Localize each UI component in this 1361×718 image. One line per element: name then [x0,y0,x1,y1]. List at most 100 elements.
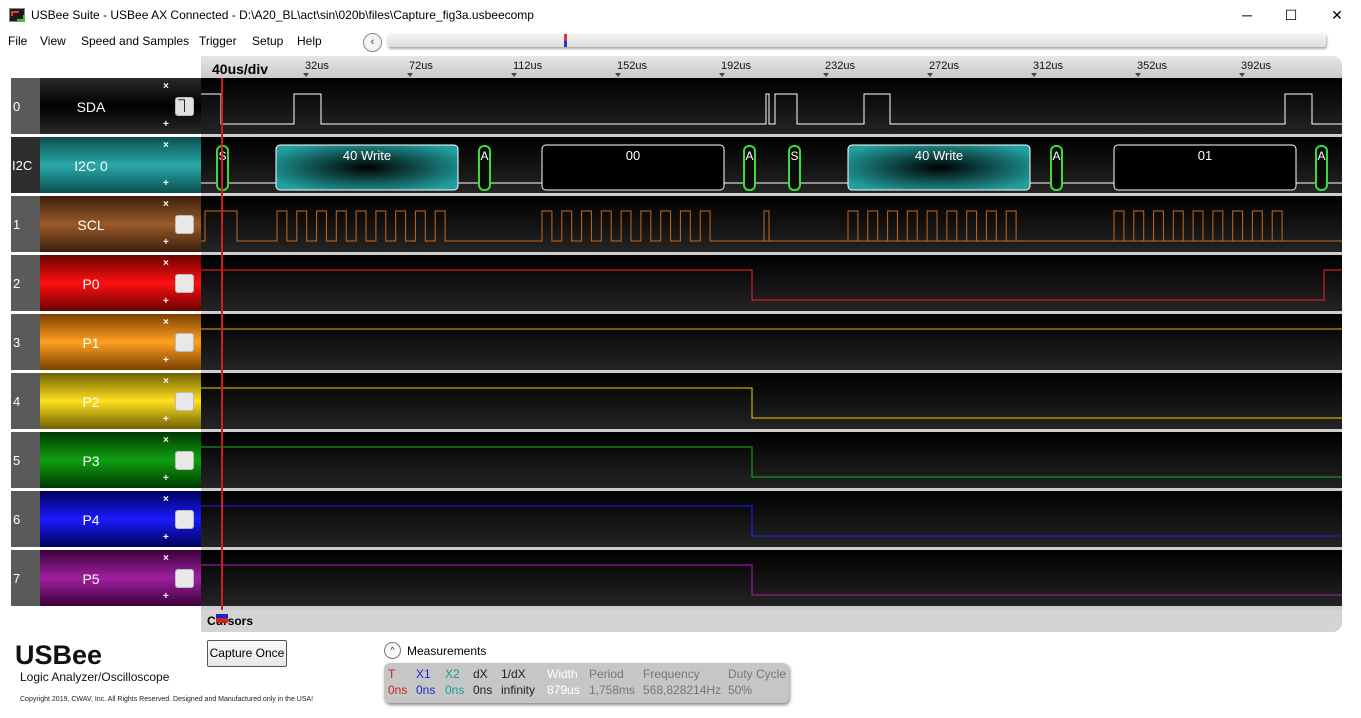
time-tick: 112us [513,60,543,72]
time-tick: 232us [825,60,855,72]
channel-sda[interactable]: 0 SDA × + ⏋ [11,78,201,134]
remove-channel-icon[interactable]: × [163,553,169,564]
channel-checkbox[interactable] [175,333,194,352]
remove-channel-icon[interactable]: × [163,494,169,505]
meas-head-x2: X2 [445,667,460,681]
channel-p4[interactable]: 6 P4 × + [11,491,201,547]
add-channel-icon[interactable]: + [163,296,169,307]
tick-mark [1239,73,1245,77]
add-channel-icon[interactable]: + [163,119,169,130]
pulse-icon[interactable]: ⏋ [175,97,194,116]
i2c-packet[interactable]: 01 [1113,144,1297,191]
row-background [201,373,1342,429]
channel-scl[interactable]: 1 SCL × + [11,196,201,252]
menu-view[interactable]: View [40,34,66,48]
remove-channel-icon[interactable]: × [163,81,169,92]
time-tick: 392us [1241,60,1271,72]
i2c-packet[interactable]: S [788,145,801,191]
channel-name: P0 [82,276,100,292]
add-channel-icon[interactable]: + [163,591,169,602]
add-channel-icon[interactable]: + [163,237,169,248]
cursors-bar[interactable] [201,610,1342,632]
add-channel-icon[interactable]: + [163,532,169,543]
meas-value-width: 879us [547,683,580,697]
channel-number: 7 [11,550,40,606]
capture-once-button[interactable]: Capture Once [207,640,287,667]
channel-p3[interactable]: 5 P3 × + [11,432,201,488]
i2c-packet[interactable]: 40 Write [847,144,1031,191]
i2c-packet[interactable]: 40 Write [275,144,459,191]
channel-p0[interactable]: 2 P0 × + [11,255,201,311]
meas-head-width: Width [547,667,578,681]
cursor-marker[interactable] [216,614,228,623]
channel-checkbox[interactable] [175,215,194,234]
meas-value-x1: 0ns [416,683,436,697]
menu-setup[interactable]: Setup [252,34,283,48]
collapse-measurements-icon[interactable]: ^ [384,642,401,659]
scroll-left-icon[interactable]: ‹ [363,33,382,52]
waveform-display[interactable]: S 40 Write A 00 A S 40 Write A 01 A [201,78,1342,610]
meas-value-period: 1,758ms [589,683,636,697]
menu-trigger[interactable]: Trigger [199,34,237,48]
add-channel-icon[interactable]: + [163,414,169,425]
i2c-packet[interactable]: A [1315,145,1328,191]
channel-name: P5 [82,571,100,587]
cursors-label: Cursors [207,614,254,628]
i2c-packet-label: A [480,149,488,163]
brand-subtitle: Logic Analyzer/Oscilloscope [20,670,170,684]
remove-channel-icon[interactable]: × [163,435,169,446]
channel-number: 3 [11,314,40,370]
menu-help[interactable]: Help [297,34,322,48]
capture-overview-bar[interactable] [387,33,1326,47]
channel-checkbox[interactable] [175,392,194,411]
i2c-packet[interactable]: A [478,145,491,191]
tick-mark [615,73,621,77]
meas-head-t: T [388,667,396,681]
menu-speed-and-samples[interactable]: Speed and Samples [81,34,189,48]
channel-i2c[interactable]: I2C I2C 0 × + [11,137,201,193]
time-tick: 272us [929,60,959,72]
tick-mark [823,73,829,77]
app-icon [9,8,25,22]
remove-channel-icon[interactable]: × [163,140,169,151]
i2c-packet-label: A [745,149,753,163]
i2c-packet-label: 01 [1198,148,1212,163]
add-channel-icon[interactable]: + [163,355,169,366]
i2c-packet-label: A [1052,149,1060,163]
maximize-button[interactable]: ☐ [1268,0,1314,30]
i2c-packet[interactable]: 00 [541,144,725,191]
overview-position-marker[interactable] [564,34,567,47]
channel-p1[interactable]: 3 P1 × + [11,314,201,370]
channel-p2[interactable]: 4 P2 × + [11,373,201,429]
add-channel-icon[interactable]: + [163,473,169,484]
tick-mark [407,73,413,77]
measurements-panel: T 0ns X1 0ns X2 0ns dX 0ns 1/dX infinity… [384,663,789,703]
i2c-packet[interactable]: A [1050,145,1063,191]
channel-number: 6 [11,491,40,547]
menu-file[interactable]: File [8,34,27,48]
timebase-label: 40us/div [212,61,269,77]
channel-name: SDA [76,99,106,115]
time-tick: 152us [617,60,647,72]
channel-checkbox[interactable] [175,569,194,588]
channel-name: P2 [82,394,100,410]
remove-channel-icon[interactable]: × [163,199,169,210]
channel-checkbox[interactable] [175,274,194,293]
close-button[interactable]: ✕ [1314,0,1360,30]
brand-logo: USBee [15,640,103,670]
measurements-title: Measurements [407,644,487,658]
remove-channel-icon[interactable]: × [163,258,169,269]
time-ruler[interactable] [201,56,1342,78]
add-channel-icon[interactable]: + [163,178,169,189]
remove-channel-icon[interactable]: × [163,317,169,328]
remove-channel-icon[interactable]: × [163,376,169,387]
channel-checkbox[interactable] [175,510,194,529]
i2c-packet-label: S [790,149,798,163]
i2c-packet[interactable]: A [743,145,756,191]
channel-p5[interactable]: 7 P5 × + [11,550,201,606]
i2c-packet-label: 40 Write [343,148,391,163]
tick-mark [719,73,725,77]
channel-checkbox[interactable] [175,451,194,470]
minimize-button[interactable]: ─ [1224,0,1270,30]
meas-value-duty-cycle: 50% [728,683,753,697]
